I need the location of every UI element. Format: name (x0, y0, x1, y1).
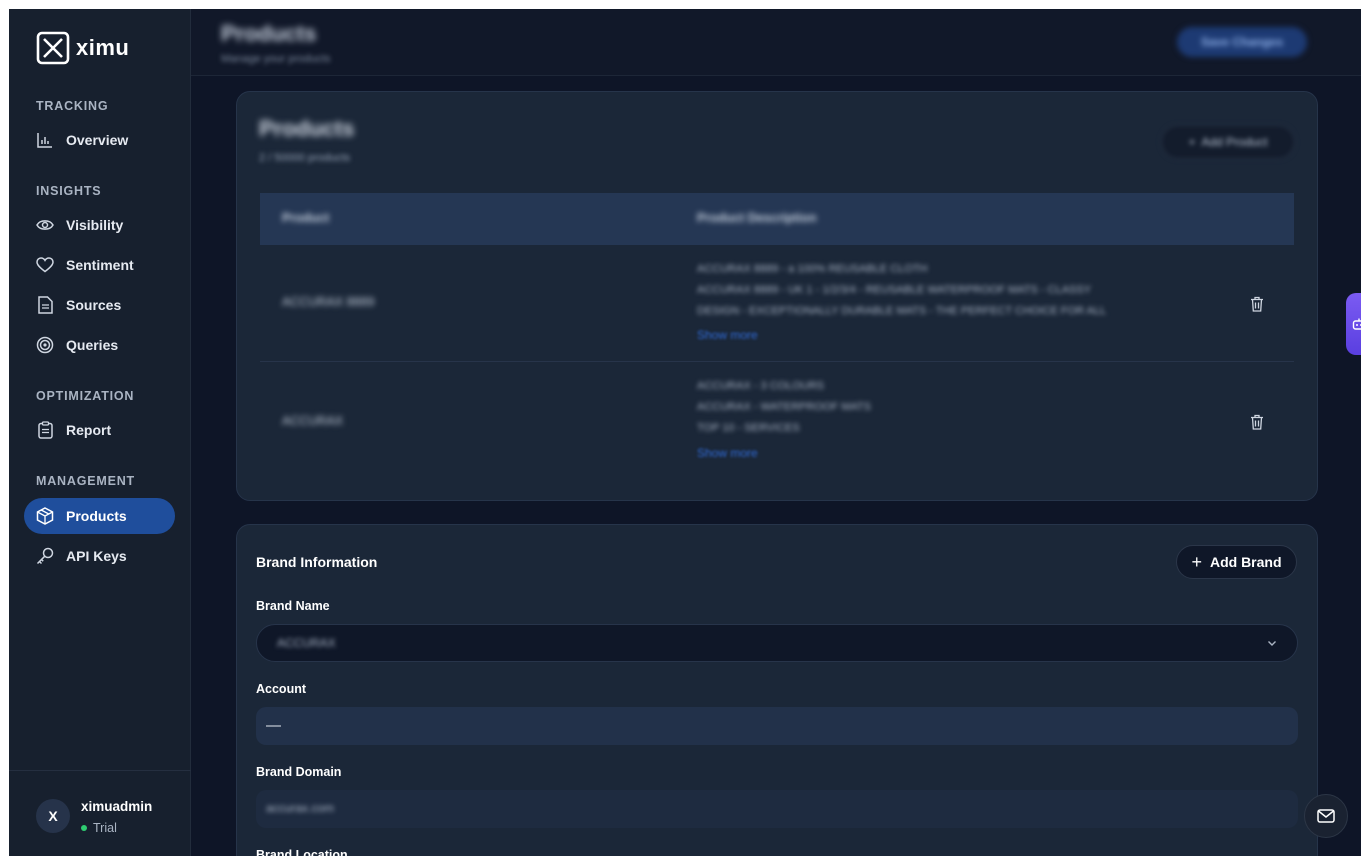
description-line: ACCURAX 8889 - a 100% REUSABLE CLOTH (697, 263, 928, 275)
products-card-title: Products (259, 116, 355, 141)
trash-icon[interactable] (1250, 296, 1264, 312)
show-more-link[interactable]: Show more (697, 328, 758, 342)
sidebar-item-products[interactable]: Products (24, 498, 175, 534)
mail-icon (1317, 809, 1335, 823)
section-label-management: MANAGEMENT (36, 474, 135, 488)
show-more-link[interactable]: Show more (697, 446, 758, 460)
sidebar-item-api-keys[interactable]: API Keys (24, 538, 175, 574)
plus-icon: + (1188, 135, 1196, 149)
brand-name-value: ACCURAX (277, 636, 336, 650)
brand-name-label: Brand Name (256, 599, 330, 613)
products-card: Products 2 / 50000 products + Add Produc… (236, 91, 1318, 501)
section-label-insights: INSIGHTS (36, 184, 102, 198)
sidebar-item-label: Queries (66, 337, 119, 353)
divider (9, 770, 191, 771)
table-header: Product Product Description (260, 193, 1294, 245)
sidebar-item-label: Sources (66, 297, 122, 313)
logo-text: ximu (76, 35, 130, 60)
table-row: ACCURAX 8889 ACCURAX 8889 - a 100% REUSA… (260, 245, 1294, 362)
description-line: ACCURAX - WATERPROOF MATS (697, 401, 871, 413)
sidebar: ximu TRACKING Overview INSIGHTS Visibili… (9, 9, 191, 856)
add-brand-button[interactable]: + Add Brand (1176, 545, 1297, 579)
ximu-logo-icon (36, 31, 70, 65)
account-label: Account (256, 682, 306, 696)
sidebar-item-sentiment[interactable]: Sentiment (24, 247, 175, 283)
target-icon (36, 336, 54, 354)
brand-information-card: Brand Information + Add Brand Brand Name… (236, 524, 1318, 856)
description-line: ACCURAX 8889 - UK 1 - 1/2/3/4 - REUSABLE… (697, 284, 1092, 296)
sidebar-item-label: Overview (66, 132, 129, 148)
page-title: Products (221, 21, 317, 46)
brand-domain-field[interactable]: accurax.com (256, 790, 1298, 828)
trash-icon[interactable] (1250, 414, 1264, 430)
description-line: TOP 10 - SERVICES (697, 422, 800, 434)
status-dot-icon (81, 825, 87, 831)
chevron-down-icon (1268, 641, 1276, 646)
user-name[interactable]: ximuadmin (81, 799, 152, 814)
brand-location-label: Brand Location (256, 848, 348, 856)
message-button[interactable] (1304, 794, 1348, 838)
account-value: — (266, 717, 281, 734)
save-button[interactable]: Save Changes (1177, 27, 1307, 57)
clipboard-icon (36, 421, 54, 439)
document-icon (36, 296, 54, 314)
sidebar-item-overview[interactable]: Overview (24, 122, 175, 158)
product-name: ACCURAX 8889 (282, 295, 375, 309)
key-icon (36, 547, 54, 565)
user-plan: Trial (81, 821, 117, 835)
sidebar-item-label: Report (66, 422, 112, 438)
brand-name-select[interactable]: ACCURAX (256, 624, 1298, 662)
column-header-product: Product (282, 211, 330, 225)
sidebar-item-label: Visibility (66, 217, 124, 233)
avatar[interactable]: X (36, 799, 70, 833)
assistant-side-tab[interactable] (1346, 293, 1361, 355)
page-subtitle: Manage your products (221, 53, 331, 65)
heart-icon (36, 256, 54, 274)
sidebar-item-visibility[interactable]: Visibility (24, 207, 175, 243)
add-product-button[interactable]: + Add Product (1161, 125, 1295, 159)
eye-icon (36, 216, 54, 234)
sidebar-item-report[interactable]: Report (24, 412, 175, 448)
product-name: ACCURAX (282, 414, 344, 428)
brand-domain-label: Brand Domain (256, 765, 342, 779)
page-header: Products Manage your products Save Chang… (191, 9, 1361, 76)
description-line: DESIGN - EXCEPTIONALLY DURABLE MATS - TH… (697, 305, 1107, 317)
section-label-tracking: TRACKING (36, 99, 109, 113)
sidebar-item-label: Sentiment (66, 257, 134, 273)
table-row: ACCURAX ACCURAX - 3 COLOURS ACCURAX - WA… (260, 362, 1294, 479)
section-label-optimization: OPTIMIZATION (36, 389, 135, 403)
logo[interactable]: ximu (36, 31, 129, 65)
sidebar-item-queries[interactable]: Queries (24, 327, 175, 363)
account-field[interactable]: — (256, 707, 1298, 745)
plus-icon: + (1191, 552, 1202, 572)
bar-chart-icon (36, 131, 54, 149)
column-header-description: Product Description (697, 211, 817, 225)
app-window: ximu TRACKING Overview INSIGHTS Visibili… (9, 9, 1361, 856)
sidebar-item-label: Products (66, 508, 127, 524)
brand-information-title: Brand Information (256, 554, 378, 570)
sidebar-item-sources[interactable]: Sources (24, 287, 175, 323)
user-plan-label: Trial (93, 821, 117, 835)
sidebar-item-label: API Keys (66, 548, 127, 564)
package-icon (36, 507, 54, 525)
bot-icon (1352, 318, 1361, 330)
add-brand-label: Add Brand (1209, 554, 1282, 570)
add-product-label: Add Product (1201, 135, 1268, 149)
products-count: 2 / 50000 products (259, 152, 351, 164)
brand-domain-value: accurax.com (266, 801, 335, 815)
description-line: ACCURAX - 3 COLOURS (697, 380, 825, 392)
